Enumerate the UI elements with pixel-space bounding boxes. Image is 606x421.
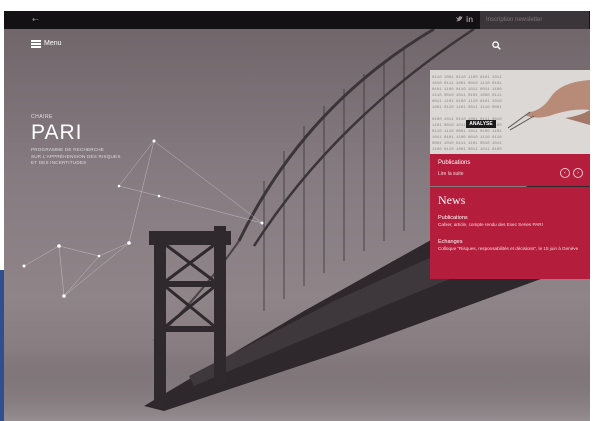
menu-button[interactable]: Menu <box>31 39 62 49</box>
svg-text:0110 1110 0001 1011 0100 1101: 0110 1110 0001 1011 0100 1101 <box>432 130 502 134</box>
svg-text:1010 0111 1001 0010 1110 0101: 1010 0111 1001 0010 1110 0101 <box>432 82 502 86</box>
svg-text:1001 0110 1101 0011 1110 0001: 1001 0110 1101 0011 1110 0001 <box>432 106 502 110</box>
news-item-category: Echanges <box>438 239 463 245</box>
publications-bar: Publications Lire la suite ‹ › <box>430 154 590 186</box>
publications-read-more-link[interactable]: Lire la suite <box>438 171 464 177</box>
linkedin-icon[interactable]: in <box>466 15 473 25</box>
hero-kicker: CHAIRE <box>31 114 53 120</box>
top-bar: ⇠ in Inscription newsletter <box>4 11 590 29</box>
hero-subtitle-line: ET DES INCERTITUDES <box>31 160 87 165</box>
twitter-icon[interactable] <box>456 15 463 25</box>
newsletter-signup-field[interactable]: Inscription newsletter <box>480 11 589 29</box>
news-item-category: Publications <box>438 215 468 221</box>
svg-text:0101 1100 0110 1011 0011 1100: 0101 1100 0110 1011 0011 1100 <box>432 88 502 92</box>
svg-text:0110 1001 0110 1100 0101 1011: 0110 1001 0110 1100 0101 1011 <box>432 76 502 80</box>
page-frame: ⇠ in Inscription newsletter Menu CHAIRE … <box>4 11 590 421</box>
menu-label: Menu <box>44 40 62 47</box>
publications-title[interactable]: Publications <box>438 160 470 166</box>
svg-text:1100 0110 1001 0011 1011 0100: 1100 0110 1001 0011 1011 0100 <box>432 148 502 152</box>
news-heading: News <box>438 193 466 207</box>
svg-text:1011 0101 1100 0010 1110 0110: 1011 0101 1100 0010 1110 0110 <box>432 136 502 140</box>
publication-image-caption: ANALYSE <box>466 120 496 128</box>
search-icon[interactable] <box>492 37 501 55</box>
news-item-text: Cahier, article, compte rendu des Exec S… <box>438 222 543 227</box>
hero-title: PARI <box>31 121 83 144</box>
publication-image: 0110 1001 0110 1100 0101 1011 1010 0111 … <box>430 70 590 154</box>
svg-text:0001 1010 0111 1101 0010 1011: 0001 1010 0111 1101 0010 1011 <box>432 142 502 146</box>
hero-block: CHAIRE PARI PROGRAMME DE RECHERCHE SUR L… <box>31 114 121 167</box>
menu-icon <box>31 40 41 48</box>
news-item[interactable]: Echanges Colloque "Risques, responsabili… <box>438 239 584 252</box>
back-arrow-icon[interactable]: ⇠ <box>32 15 39 25</box>
svg-text:1110 0010 1011 0101 1000 0111: 1110 0010 1011 0101 1000 0111 <box>432 94 502 98</box>
chevron-right-icon[interactable]: › <box>573 168 583 178</box>
svg-text:0011 1101 0100 1110 0101 1010: 0011 1101 0100 1110 0101 1010 <box>432 100 502 104</box>
chevron-left-icon[interactable]: ‹ <box>560 168 570 178</box>
news-panel: News Publications Cahier, article, compt… <box>430 187 590 279</box>
news-item-text: Colloque "Risques, responsabilités et dé… <box>438 246 579 251</box>
news-item[interactable]: Publications Cahier, article, compte ren… <box>438 215 584 228</box>
publications-panel[interactable]: 0110 1001 0110 1100 0101 1011 1010 0111 … <box>430 70 590 186</box>
